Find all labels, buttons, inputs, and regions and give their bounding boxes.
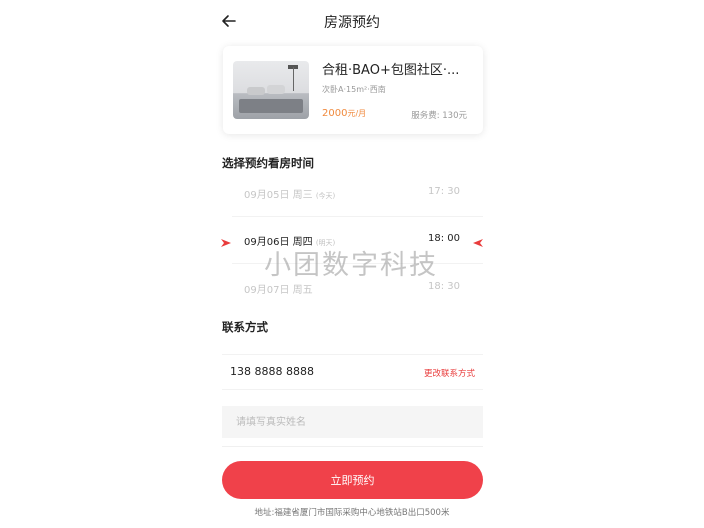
option-time: 18: 30 (428, 281, 460, 292)
service-fee: 服务费: 130元 (411, 111, 467, 121)
phone-row: 138 8888 8888 更改联系方式 (222, 354, 483, 390)
listing-card[interactable]: 合租·BAO+包图社区·... 次卧A·15m²·西南 2000元/月 服务费:… (223, 46, 483, 134)
listing-name: 合租·BAO+包图社区·... (322, 63, 460, 78)
time-option[interactable]: 09月05日 周三 (今天) 17: 30 (232, 186, 472, 206)
time-option[interactable]: 09月07日 周五 18: 30 (232, 281, 472, 301)
listing-price: 2000元/月 (322, 108, 366, 119)
triangle-right-icon (220, 234, 232, 247)
listing-meta: 次卧A·15m²·西南 (322, 85, 386, 94)
listing-photo (233, 61, 309, 119)
divider (222, 446, 483, 447)
address-text: 地址:福建省厦门市国际采购中心地铁站B出口500米 (254, 508, 450, 518)
triangle-left-icon (472, 234, 484, 247)
option-weekday: 周三 (292, 190, 313, 201)
real-name-input[interactable] (222, 406, 483, 438)
option-tag: (今天) (315, 192, 336, 200)
contact-section-title: 联系方式 (222, 320, 268, 334)
price-value: 2000 (322, 108, 348, 119)
watermark: 小团数字科技 (264, 250, 438, 281)
price-unit: 元/月 (347, 109, 367, 118)
page-title: 房源预约 (324, 15, 380, 31)
phone-number: 138 8888 8888 (230, 365, 314, 378)
schedule-section-title: 选择预约看房时间 (222, 156, 314, 170)
option-date: 09月05日 (244, 190, 290, 201)
option-weekday: 周五 (292, 285, 313, 296)
option-time: 17: 30 (428, 186, 460, 197)
change-contact-link[interactable]: 更改联系方式 (424, 367, 475, 379)
option-date: 09月07日 (244, 285, 290, 296)
book-now-button[interactable]: 立即预约 (222, 461, 483, 499)
